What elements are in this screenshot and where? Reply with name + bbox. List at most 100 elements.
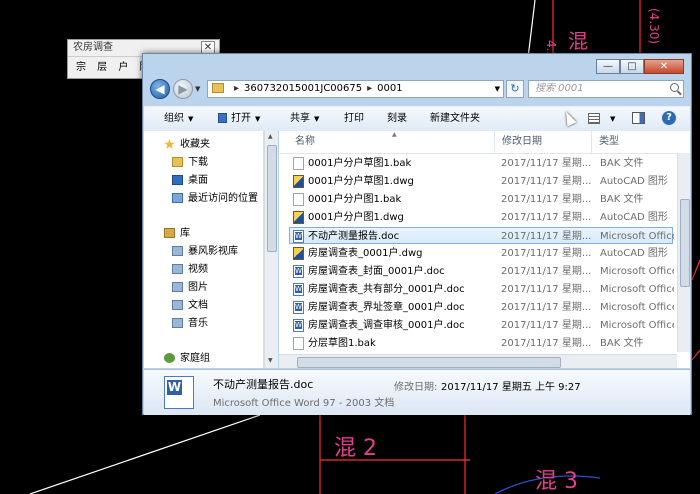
organize-button[interactable]: 组织 ▼ — [164, 107, 193, 131]
command-toolbar: 组织 ▼ 打开 ▼ 共享 ▼ 打印 刻录 新建文件夹 ▼ ? — [144, 106, 690, 132]
nav-label: 下载 — [188, 157, 208, 168]
preview-pane-icon[interactable] — [632, 112, 645, 124]
file-type: BAK 文件 — [600, 338, 644, 349]
nav-item-libraries[interactable]: 库 — [164, 226, 190, 242]
burn-button[interactable]: 刻录 — [387, 107, 407, 131]
search-input[interactable]: 搜索 0001 — [528, 80, 684, 98]
help-icon[interactable]: ? — [662, 111, 676, 125]
breadcrumb-separator-icon[interactable]: ▸ — [367, 83, 372, 94]
nav-item-videos[interactable]: 视频 — [172, 262, 208, 278]
minimize-button[interactable]: — — [596, 59, 620, 74]
file-row[interactable]: 0001户分户图1.dwg 2017/11/17 星期... AutoCAD 图形 — [290, 209, 674, 226]
dwg-file-icon — [293, 211, 304, 224]
file-row[interactable]: 房屋调查表_封面_0001户.doc 2017/11/17 星期... Micros… — [290, 263, 674, 280]
open-button[interactable]: 打开 ▼ — [218, 107, 260, 131]
nav-item-homegroup[interactable]: 家庭组 — [164, 351, 210, 367]
scroll-thumb[interactable] — [297, 357, 561, 368]
file-row[interactable]: 房屋调查表_调查审核_0001户.doc 2017/11/17 星期... Micr… — [290, 317, 674, 334]
file-type: AutoCAD 图形 — [600, 212, 668, 223]
search-icon[interactable] — [670, 83, 679, 92]
cad-label: 混 2 — [334, 436, 377, 461]
file-row[interactable]: 房屋调查表_界址签章_0001户.doc 2017/11/17 星期... Micr… — [290, 299, 674, 316]
organize-label: 组织 — [164, 113, 184, 124]
file-row[interactable]: 房屋调查表_0001户.dwg 2017/11/17 星期... AutoCAD 图… — [290, 245, 674, 262]
file-row[interactable]: 0001户分户草图1.bak 2017/11/17 星期... BAK 文件 — [290, 155, 674, 172]
column-header-name[interactable]: 名称 — [295, 131, 315, 153]
maximize-button[interactable]: □ — [620, 59, 644, 74]
file-row[interactable]: 房屋调查表_共有部分_0001户.doc 2017/11/17 星期... Micr… — [290, 281, 674, 298]
scroll-up-icon[interactable]: ▲ — [268, 133, 273, 140]
file-date: 2017/11/17 星期... — [501, 248, 591, 259]
column-header-type[interactable]: 类型 — [591, 131, 619, 153]
column-header-row: ▲ 名称 修改日期 类型 — [279, 131, 690, 154]
file-row[interactable]: 0001户分户图1.bak 2017/11/17 星期... BAK 文件 — [290, 191, 674, 208]
chevron-down-icon[interactable]: ▼ — [610, 107, 615, 131]
file-type: Microsoft Office — [600, 284, 674, 295]
breadcrumb-item[interactable]: 360732015001JC00675 — [244, 83, 362, 94]
document-icon — [172, 300, 183, 310]
chevron-down-icon[interactable]: ▼ — [195, 85, 200, 93]
video-icon — [172, 264, 183, 274]
file-name: 0001户分户草图1.dwg — [308, 176, 414, 187]
file-row[interactable]: 0001户分户草图1.dwg 2017/11/17 星期... AutoCAD 图形 — [290, 173, 674, 190]
cad-boundary-line — [29, 414, 261, 494]
nav-item-recent[interactable]: 最近访问的位置 — [172, 191, 258, 207]
file-type: Microsoft Office — [600, 231, 674, 242]
list-horizontal-scrollbar[interactable] — [279, 354, 677, 368]
file-name: 房屋调查表_封面_0001户.doc — [308, 266, 445, 277]
chevron-down-icon[interactable]: ▼ — [495, 81, 500, 97]
nav-item-music[interactable]: 音乐 — [172, 316, 208, 332]
dwg-file-icon — [293, 247, 304, 260]
file-name: 房屋调查表_共有部分_0001户.doc — [308, 284, 465, 295]
bak-file-icon — [293, 337, 304, 350]
dwg-file-icon — [293, 175, 304, 188]
nav-item-favorites[interactable]: 收藏夹 — [164, 137, 210, 153]
address-bar[interactable]: ▸ 360732015001JC00675 ▸ 0001 ▼ — [207, 80, 504, 98]
nav-scrollbar[interactable]: ▲ ▼ — [264, 131, 278, 368]
file-type: Microsoft Office — [600, 320, 674, 331]
chevron-down-icon: ▼ — [314, 115, 320, 123]
chevron-down-icon: ▼ — [188, 115, 194, 123]
star-icon — [164, 139, 175, 149]
scroll-thumb[interactable] — [680, 199, 690, 287]
nav-item-downloads[interactable]: 下载 — [172, 155, 208, 171]
breadcrumb-item[interactable]: 0001 — [377, 83, 402, 94]
refresh-button[interactable]: ↻ — [506, 80, 524, 98]
file-date: 2017/11/17 星期... — [501, 320, 591, 331]
scroll-thumb[interactable] — [267, 145, 277, 252]
print-button[interactable]: 打印 — [344, 107, 364, 131]
view-options-icon[interactable] — [588, 113, 600, 124]
file-row[interactable]: 不动产测量报告.doc 2017/11/17 星期... Microsoft Off… — [289, 227, 674, 244]
breadcrumb-separator-icon[interactable]: ▸ — [234, 83, 239, 94]
details-pane: 不动产测量报告.doc Microsoft Office Word 97 - 2… — [144, 369, 690, 415]
new-folder-button[interactable]: 新建文件夹 — [430, 107, 480, 131]
sort-arrow-icon: ▲ — [392, 131, 397, 138]
file-name: 0001户分户图1.bak — [308, 194, 402, 205]
back-button[interactable]: ◀ — [150, 79, 170, 99]
search-placeholder: 搜索 0001 — [535, 83, 584, 94]
file-name: 房屋调查表_调查审核_0001户.doc — [308, 320, 465, 331]
explorer-window[interactable]: — □ ✕ ◀ ▶ ▼ ▸ 360732015001JC00675 ▸ 0001 ▼ … — [142, 53, 692, 415]
file-row[interactable]: 分层草图1.bak 2017/11/17 星期... BAK 文件 — [290, 335, 674, 352]
share-button[interactable]: 共享 ▼ — [290, 107, 319, 131]
column-header-date[interactable]: 修改日期 — [494, 131, 542, 153]
doc-file-icon — [293, 283, 304, 296]
file-type: BAK 文件 — [600, 194, 644, 205]
nav-label: 视频 — [188, 264, 208, 275]
details-modified-label: 修改日期: — [394, 382, 438, 393]
scroll-down-icon[interactable]: ▼ — [268, 357, 273, 364]
forward-button[interactable]: ▶ — [173, 79, 193, 99]
nav-item-pictures[interactable]: 图片 — [172, 280, 208, 296]
list-vertical-scrollbar[interactable] — [677, 153, 690, 352]
cad-building-outline — [552, 0, 641, 59]
nav-item-baofeng[interactable]: 暴风影视库 — [172, 244, 238, 260]
nav-item-documents[interactable]: 文档 — [172, 298, 208, 314]
file-date: 2017/11/17 星期... — [501, 302, 591, 313]
nav-item-desktop[interactable]: 桌面 — [172, 173, 208, 189]
chevron-down-icon: ▼ — [255, 115, 261, 123]
close-button[interactable]: ✕ — [644, 59, 684, 74]
word-document-icon — [164, 376, 194, 409]
file-name: 房屋调查表_界址签章_0001户.doc — [308, 302, 465, 313]
word-icon — [218, 113, 227, 123]
bak-file-icon — [293, 157, 304, 170]
